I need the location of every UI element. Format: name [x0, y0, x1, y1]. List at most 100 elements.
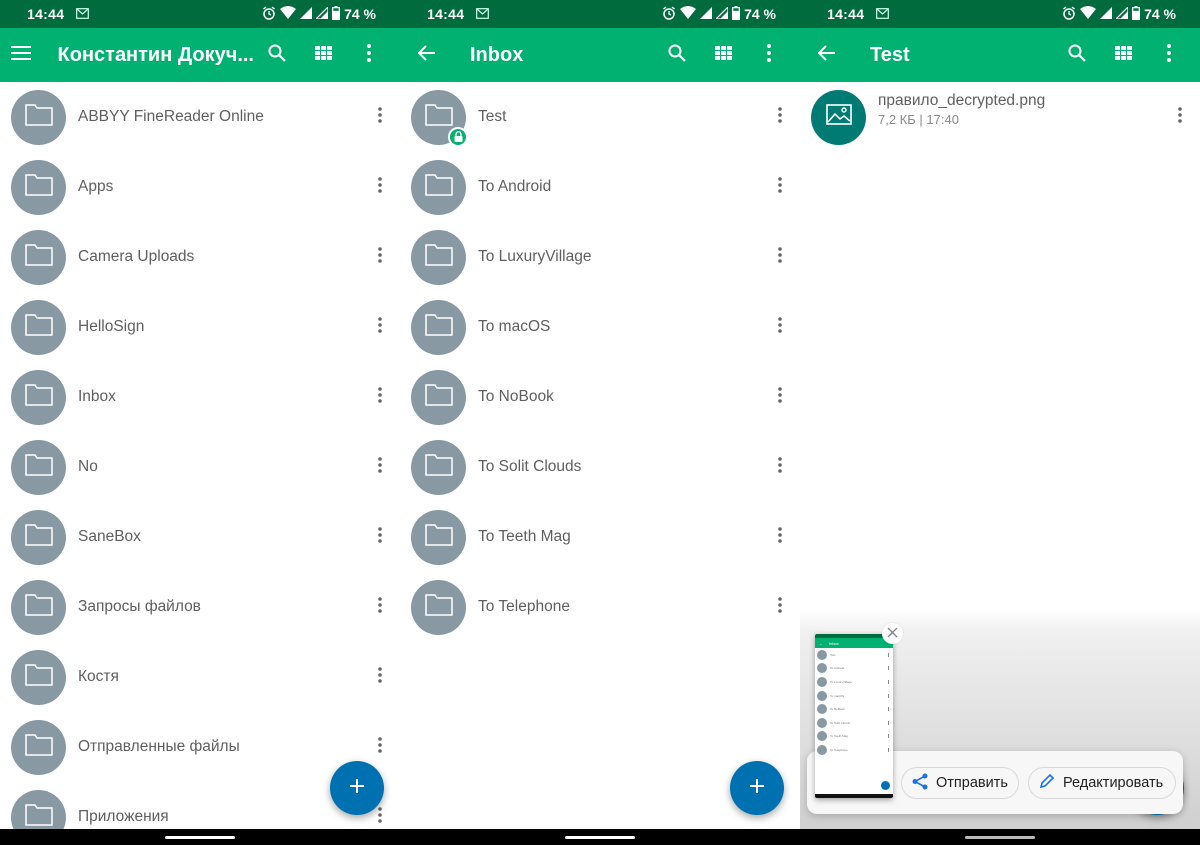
gmail-icon: [76, 7, 90, 22]
folder-more-button[interactable]: [360, 307, 400, 347]
folder-avatar: [11, 789, 66, 830]
add-fab[interactable]: [730, 761, 784, 815]
folder-more-button[interactable]: [360, 657, 400, 697]
screenshot-thumbnail[interactable]: ← Inbox Test To Android To LuxuryVillage To …: [815, 634, 893, 798]
folder-row[interactable]: ABBYY FineReader Online: [0, 82, 400, 152]
home-gesture-pill[interactable]: [565, 836, 635, 839]
back-button[interactable]: [800, 28, 854, 82]
home-gesture-pill[interactable]: [965, 836, 1035, 839]
folder-more-button[interactable]: [760, 167, 800, 207]
battery-icon: [332, 5, 341, 23]
thumbnail-row-label: To NoBook: [830, 707, 845, 712]
folder-icon: [24, 733, 53, 761]
folder-row[interactable]: No: [0, 432, 400, 502]
folder-more-button[interactable]: [360, 517, 400, 557]
folder-row[interactable]: Inbox: [0, 362, 400, 432]
search-button[interactable]: [1054, 32, 1100, 78]
status-bar: 14:44 74 %: [800, 0, 1200, 28]
more-vert-icon: [378, 176, 382, 198]
folder-name: Запросы файлов: [78, 598, 201, 615]
folder-more-button[interactable]: [360, 727, 400, 767]
folder-name: Костя: [78, 668, 119, 685]
grid-view-icon: [1114, 45, 1132, 65]
thumbnail-row-label: To macOS: [830, 693, 845, 698]
folder-row[interactable]: Apps: [0, 152, 400, 222]
folder-icon: [24, 173, 53, 201]
share-label: Отправить: [936, 775, 1008, 791]
more-vert-icon: [1167, 43, 1171, 67]
folder-row[interactable]: To Android: [400, 152, 800, 222]
folder-more-button[interactable]: [760, 517, 800, 557]
folder-row[interactable]: Костя: [0, 642, 400, 712]
status-icons: 74 %: [662, 5, 776, 23]
wifi-icon: [280, 6, 297, 22]
status-bar: 14:44 74 %: [0, 0, 400, 28]
folder-row[interactable]: To LuxuryVillage: [400, 222, 800, 292]
folder-more-button[interactable]: [760, 587, 800, 627]
folder-row[interactable]: To NoBook: [400, 362, 800, 432]
file-row[interactable]: правило_decrypted.png 7,2 КБ | 17:40: [800, 82, 1200, 152]
folder-more-button[interactable]: [760, 447, 800, 487]
more-options-button[interactable]: [746, 32, 792, 78]
search-button[interactable]: [254, 32, 300, 78]
folder-name: Inbox: [78, 388, 116, 405]
system-nav-bar: [400, 829, 800, 845]
folder-row[interactable]: To Solit Clouds: [400, 432, 800, 502]
folder-more-button[interactable]: [360, 377, 400, 417]
folder-avatar: [411, 579, 466, 635]
folder-icon: [424, 313, 453, 341]
folder-row[interactable]: SaneBox: [0, 502, 400, 572]
folder-more-button[interactable]: [360, 447, 400, 487]
grid-view-button[interactable]: [300, 32, 346, 78]
file-more-button[interactable]: [1160, 97, 1200, 137]
more-options-button[interactable]: [346, 32, 392, 78]
thumbnail-row: To macOS: [815, 689, 893, 703]
more-options-button[interactable]: [1146, 32, 1192, 78]
folder-name: HelloSign: [78, 318, 145, 335]
signal-icon: [700, 6, 713, 22]
back-button[interactable]: [400, 28, 454, 82]
folder-more-button[interactable]: [360, 587, 400, 627]
folder-more-button[interactable]: [760, 237, 800, 277]
folder-avatar: [411, 369, 466, 425]
search-icon: [268, 44, 286, 67]
folder-row[interactable]: To Teeth Mag: [400, 502, 800, 572]
folder-more-button[interactable]: [760, 307, 800, 347]
lock-icon: [448, 126, 468, 147]
battery-percent: 74 %: [744, 6, 776, 22]
folder-more-button[interactable]: [760, 377, 800, 417]
folder-row[interactable]: To macOS: [400, 292, 800, 362]
wifi-icon: [680, 6, 697, 22]
status-icons: 74 %: [262, 5, 376, 23]
folder-row[interactable]: HelloSign: [0, 292, 400, 362]
menu-button[interactable]: [0, 28, 42, 82]
folder-icon: [24, 243, 53, 271]
add-fab[interactable]: [330, 761, 384, 815]
folder-name: Camera Uploads: [78, 248, 195, 265]
folder-more-button[interactable]: [360, 167, 400, 207]
dismiss-screenshot-button[interactable]: [882, 623, 903, 644]
folder-row[interactable]: To Telephone: [400, 572, 800, 642]
more-vert-icon: [778, 386, 782, 408]
folder-row[interactable]: Test: [400, 82, 800, 152]
folder-row[interactable]: Camera Uploads: [0, 222, 400, 292]
grid-view-button[interactable]: [1100, 32, 1146, 78]
share-screenshot-button[interactable]: Отправить: [901, 767, 1019, 799]
file-meta: 7,2 КБ | 17:40: [878, 111, 959, 127]
folder-more-button[interactable]: [760, 97, 800, 137]
folder-row[interactable]: Запросы файлов: [0, 572, 400, 642]
edit-screenshot-button[interactable]: Редактировать: [1028, 767, 1176, 799]
folder-more-button[interactable]: [360, 237, 400, 277]
more-vert-icon: [888, 747, 889, 752]
back-arrow-icon: [817, 44, 836, 66]
home-gesture-pill[interactable]: [165, 836, 235, 839]
status-time: 14:44: [827, 6, 865, 22]
thumbnail-row-label: To Android: [830, 666, 845, 671]
grid-view-button[interactable]: [700, 32, 746, 78]
search-button[interactable]: [654, 32, 700, 78]
alarm-icon: [262, 5, 276, 23]
folder-icon: [24, 663, 53, 691]
folder-more-button[interactable]: [360, 97, 400, 137]
folder-icon: [24, 803, 53, 830]
more-vert-icon: [778, 456, 782, 478]
